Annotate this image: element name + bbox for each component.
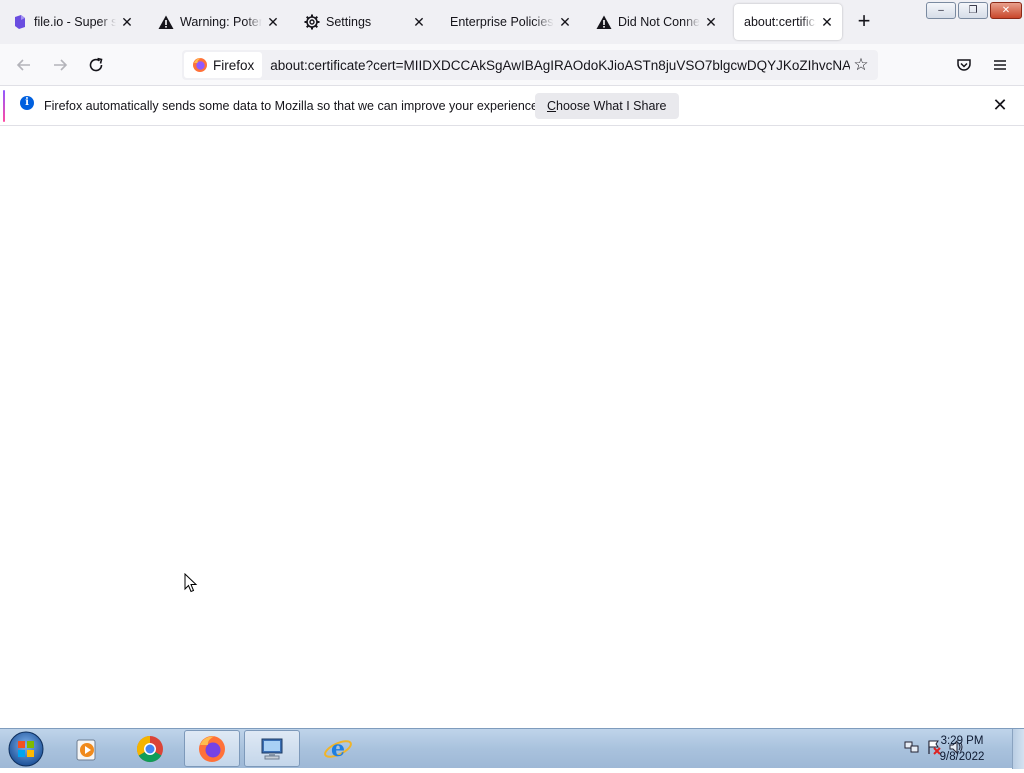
file-io-icon: [12, 14, 28, 30]
network-icon[interactable]: [904, 739, 920, 755]
close-tab-icon[interactable]: ✕: [704, 14, 718, 30]
page-content: [0, 127, 1024, 728]
info-icon: i: [20, 96, 34, 110]
forward-arrow-icon: [54, 59, 68, 71]
identity-box[interactable]: Firefox: [184, 52, 263, 78]
identity-label: Firefox: [213, 57, 255, 73]
tab-about-certificate[interactable]: about:certificate ✕: [734, 4, 842, 40]
taskbar-media-player[interactable]: [60, 730, 116, 767]
window-controls: – ❐ ✕: [924, 2, 1022, 20]
windows-taskbar: e 3:29 PM 9/8/2022: [0, 728, 1024, 769]
close-tab-icon[interactable]: ✕: [120, 14, 134, 30]
tab-strip: file.io - Super simple ✕ Warning: Potent…: [0, 0, 1024, 44]
firefox-icon: [199, 735, 225, 762]
tab-settings[interactable]: Settings ✕: [294, 4, 434, 40]
show-desktop-button[interactable]: [1012, 729, 1024, 769]
navigation-toolbar: Firefox about:certificate?cert=MIIDXDCCA…: [0, 44, 1024, 86]
warning-icon: [596, 14, 612, 30]
tab-warning-potential-security[interactable]: Warning: Potential Security ✕: [148, 4, 288, 40]
svg-text:e: e: [331, 736, 345, 762]
taskbar-network-computer[interactable]: [244, 730, 300, 767]
pocket-button[interactable]: [951, 52, 977, 78]
windows-media-player-icon: [76, 739, 96, 760]
firefox-logo-icon: [193, 58, 207, 72]
start-button[interactable]: [6, 730, 46, 768]
data-reporting-infobar: i Firefox automatically sends some data …: [0, 86, 1024, 126]
clock-date: 9/8/2022: [939, 751, 985, 763]
new-tab-button[interactable]: +: [852, 10, 876, 34]
infobar-message: Firefox automatically sends some data to…: [44, 99, 542, 113]
forward-button[interactable]: [47, 52, 73, 78]
choose-what-i-share-button[interactable]: Choose What I Share: [535, 93, 679, 119]
clock-time: 3:29 PM: [940, 735, 984, 747]
minimize-button[interactable]: –: [926, 2, 956, 19]
taskbar-firefox[interactable]: [184, 730, 240, 767]
reload-icon: [89, 57, 103, 72]
infobar-accent: [3, 90, 5, 122]
tab-enterprise-policies[interactable]: Enterprise Policies ✕: [440, 4, 580, 40]
close-tab-icon[interactable]: ✕: [266, 14, 280, 30]
taskbar-chrome[interactable]: [122, 730, 178, 767]
mouse-cursor-icon: [184, 573, 198, 593]
gear-icon: [304, 14, 320, 30]
app-menu-button[interactable]: [987, 52, 1013, 78]
close-infobar-icon[interactable]: ✕: [990, 96, 1010, 116]
choose-what-i-share-label: Choose What I Share: [547, 99, 667, 113]
reload-button[interactable]: [83, 52, 109, 78]
network-computer-icon: [261, 738, 283, 759]
back-button[interactable]: [11, 52, 37, 78]
chrome-icon: [136, 735, 163, 762]
windows-start-orb-icon: [8, 731, 44, 767]
warning-icon: [158, 14, 174, 30]
bookmark-star-icon[interactable]: ☆: [850, 54, 872, 76]
internet-explorer-icon: e: [324, 736, 352, 762]
tab-did-not-connect[interactable]: Did Not Connect ✕: [586, 4, 726, 40]
close-window-button[interactable]: ✕: [990, 2, 1022, 19]
maximize-button[interactable]: ❐: [958, 2, 988, 19]
url-text[interactable]: about:certificate?cert=MIIDXDCCAkSgAwIBA…: [270, 58, 850, 73]
taskbar-internet-explorer[interactable]: e: [310, 730, 366, 767]
url-bar[interactable]: Firefox about:certificate?cert=MIIDXDCCA…: [182, 50, 878, 80]
pocket-icon: [957, 59, 971, 71]
taskbar-clock[interactable]: 3:29 PM 9/8/2022: [930, 733, 994, 765]
close-tab-icon[interactable]: ✕: [820, 14, 834, 30]
close-tab-icon[interactable]: ✕: [558, 14, 572, 30]
back-arrow-icon: [16, 59, 30, 71]
tab-file-io[interactable]: file.io - Super simple ✕: [2, 4, 142, 40]
close-tab-icon[interactable]: ✕: [412, 14, 426, 30]
hamburger-menu-icon: [994, 60, 1006, 70]
